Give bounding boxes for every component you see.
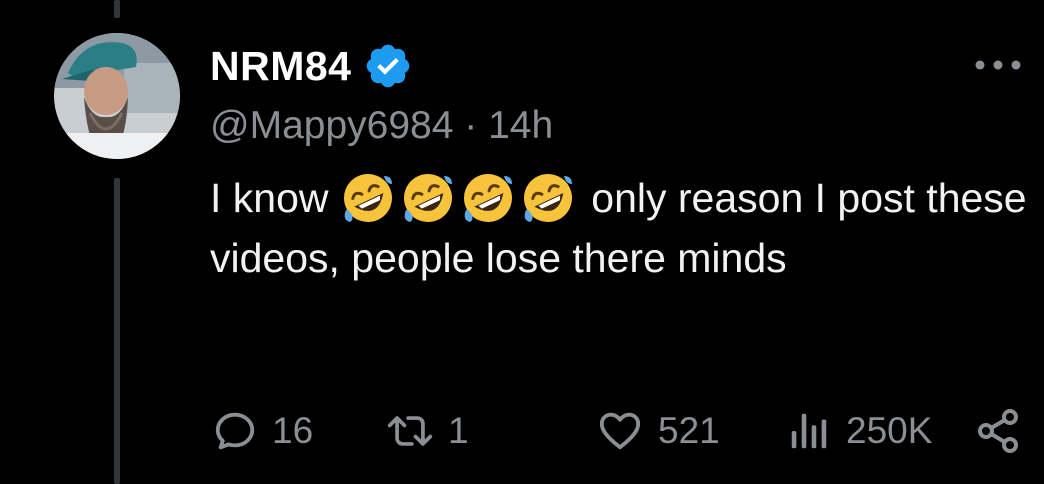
- thread-line-bottom: [114, 178, 120, 484]
- repost-icon: [387, 416, 433, 446]
- tweet-text-start: I know: [210, 175, 340, 221]
- view-count: 250K: [846, 410, 933, 451]
- share-button[interactable]: [974, 396, 1022, 466]
- share-icon: [978, 409, 1018, 453]
- heart-icon: [599, 412, 641, 450]
- avatar[interactable]: [54, 33, 180, 159]
- rofl-emoji-icon: [520, 170, 576, 226]
- like-button[interactable]: 521: [596, 396, 720, 466]
- views-chart-icon: [791, 413, 827, 449]
- views-button[interactable]: 250K: [786, 396, 932, 466]
- reply-count: 16: [272, 410, 314, 451]
- reply-icon: [215, 412, 255, 450]
- time-separator: ·: [464, 104, 489, 147]
- tweet-action-bar: 16 1 521 250K: [212, 396, 1032, 466]
- repost-count: 1: [448, 410, 469, 451]
- rofl-emoji-icon: [400, 170, 456, 226]
- thread-line-top: [114, 0, 120, 18]
- reply-button[interactable]: 16: [212, 396, 313, 466]
- author-name-row: NRM84: [210, 38, 413, 94]
- repost-button[interactable]: 1: [386, 396, 469, 466]
- author-handle[interactable]: @Mappy6984: [210, 104, 453, 147]
- rofl-emoji-icon: [460, 170, 516, 226]
- author-display-name[interactable]: NRM84: [210, 43, 351, 90]
- tweet-timestamp[interactable]: 14h: [488, 104, 553, 147]
- handle-row: @Mappy6984 · 14h: [210, 104, 553, 148]
- rofl-emoji-icon: [340, 170, 396, 226]
- verified-badge-icon: [367, 44, 410, 88]
- avatar-image: [54, 33, 180, 159]
- more-options-icon[interactable]: [972, 50, 1024, 80]
- like-count: 521: [658, 410, 720, 451]
- tweet-text: I know only reason I post these videos, …: [210, 168, 1030, 288]
